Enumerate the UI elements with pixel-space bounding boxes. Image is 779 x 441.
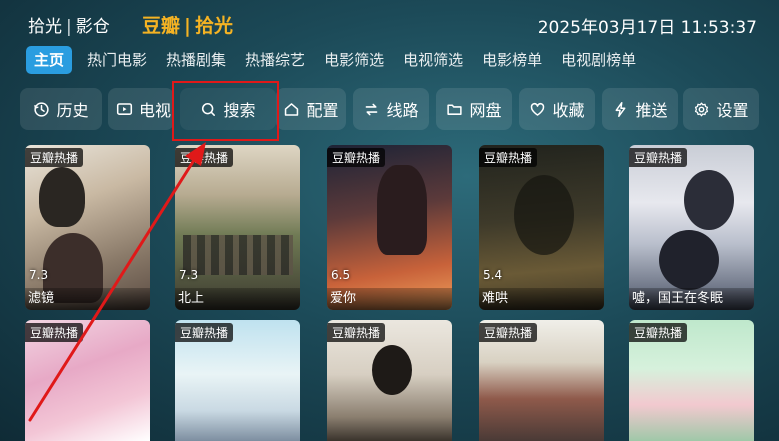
tab-hot-movies[interactable]: 热门电影 bbox=[80, 46, 154, 74]
source-badge: 豆瓣热播 bbox=[175, 148, 234, 167]
tv-icon bbox=[116, 102, 133, 115]
source-badge: 豆瓣热播 bbox=[479, 148, 538, 167]
tv-button[interactable]: 电视 bbox=[108, 88, 174, 130]
rating-score: 7.3 bbox=[29, 268, 49, 282]
poster-figure bbox=[377, 165, 427, 255]
rating-score: 6.5 bbox=[331, 268, 351, 282]
tab-movie-ranking[interactable]: 电影榜单 bbox=[475, 46, 549, 74]
media-card[interactable]: 豆瓣热播 6.5 爱你 bbox=[327, 145, 452, 310]
media-card[interactable]: 豆瓣热播 bbox=[175, 320, 300, 441]
favorites-button[interactable]: 收藏 bbox=[519, 88, 595, 130]
favorites-label: 收藏 bbox=[552, 101, 585, 120]
home-config-icon bbox=[285, 102, 299, 116]
source-badge: 豆瓣热播 bbox=[25, 148, 84, 167]
poster-figure bbox=[372, 345, 412, 395]
app-brand: 拾光 | 影仓 bbox=[28, 12, 110, 37]
media-card[interactable]: 豆瓣热播 bbox=[629, 320, 754, 441]
poster-figure bbox=[183, 235, 293, 275]
media-card[interactable]: 豆瓣热播 bbox=[479, 320, 604, 441]
tab-movie-filter[interactable]: 电影筛选 bbox=[317, 46, 391, 74]
poster-figure bbox=[39, 167, 85, 227]
history-icon bbox=[34, 101, 50, 117]
poster-figure bbox=[659, 230, 719, 290]
history-button[interactable]: 历史 bbox=[20, 88, 102, 130]
rating-score: 5.4 bbox=[483, 268, 503, 282]
media-card[interactable]: 豆瓣热播 bbox=[25, 320, 150, 441]
source-badge: 豆瓣热播 bbox=[25, 323, 84, 342]
poster-figure bbox=[514, 175, 574, 255]
route-button[interactable]: 线路 bbox=[353, 88, 429, 130]
source-name: 豆瓣 bbox=[142, 15, 181, 37]
media-card[interactable]: 豆瓣热播 7.3 滤镜 bbox=[25, 145, 150, 310]
tab-tv-ranking[interactable]: 电视剧榜单 bbox=[554, 46, 643, 74]
tab-hot-series[interactable]: 热播剧集 bbox=[159, 46, 233, 74]
media-card[interactable]: 豆瓣热播 噓，国王在冬眠 bbox=[629, 145, 754, 310]
card-title: 噓，国王在冬眠 bbox=[629, 288, 754, 310]
media-card[interactable]: 豆瓣热播 5.4 难哄 bbox=[479, 145, 604, 310]
top-bar: 拾光 | 影仓 豆瓣 | 拾光 2025年03月17日 11:53:37 bbox=[0, 0, 779, 46]
poster-figure bbox=[684, 170, 734, 230]
search-highlight-box bbox=[172, 81, 279, 141]
source-divider: | bbox=[184, 15, 191, 37]
poster-image bbox=[175, 145, 300, 310]
app-subname: 影仓 bbox=[75, 17, 110, 37]
source-badge: 豆瓣热播 bbox=[327, 323, 386, 342]
settings-button[interactable]: 设置 bbox=[683, 88, 759, 130]
source-badge: 豆瓣热播 bbox=[327, 148, 386, 167]
netdisk-label: 网盘 bbox=[469, 101, 502, 120]
app-name: 拾光 bbox=[28, 17, 62, 37]
route-switch-icon bbox=[366, 103, 378, 115]
brand-divider: | bbox=[66, 17, 72, 37]
settings-label: 设置 bbox=[716, 101, 749, 120]
rating-score: 7.3 bbox=[179, 268, 199, 282]
card-title: 难哄 bbox=[479, 288, 604, 310]
card-title: 滤镜 bbox=[25, 288, 150, 310]
route-label: 线路 bbox=[386, 101, 419, 120]
netdisk-button[interactable]: 网盘 bbox=[436, 88, 512, 130]
tab-hot-variety[interactable]: 热播综艺 bbox=[238, 46, 312, 74]
card-title: 北上 bbox=[175, 288, 300, 310]
source-badge: 豆瓣热播 bbox=[629, 148, 688, 167]
lightning-icon bbox=[616, 101, 626, 117]
heart-icon bbox=[531, 102, 545, 116]
source-subname: 拾光 bbox=[194, 15, 233, 37]
history-label: 历史 bbox=[56, 101, 89, 120]
tv-label: 电视 bbox=[139, 101, 172, 120]
category-nav: 主页 热门电影 热播剧集 热播综艺 电影筛选 电视筛选 电影榜单 电视剧榜单 bbox=[26, 46, 648, 74]
source-label[interactable]: 豆瓣 | 拾光 bbox=[142, 11, 233, 38]
media-card[interactable]: 豆瓣热播 7.3 北上 bbox=[175, 145, 300, 310]
config-label: 配置 bbox=[306, 101, 339, 120]
card-title: 爱你 bbox=[327, 288, 452, 310]
tab-home[interactable]: 主页 bbox=[26, 46, 73, 74]
push-label: 推送 bbox=[635, 101, 668, 120]
source-badge: 豆瓣热播 bbox=[175, 323, 234, 342]
source-badge: 豆瓣热播 bbox=[629, 323, 688, 342]
gear-icon bbox=[695, 101, 709, 116]
source-badge: 豆瓣热播 bbox=[479, 323, 538, 342]
folder-icon bbox=[447, 103, 463, 115]
media-card[interactable]: 豆瓣热播 bbox=[327, 320, 452, 441]
push-button[interactable]: 推送 bbox=[602, 88, 678, 130]
datetime-display: 2025年03月17日 11:53:37 bbox=[537, 18, 757, 38]
tab-tv-filter[interactable]: 电视筛选 bbox=[396, 46, 470, 74]
config-button[interactable]: 配置 bbox=[276, 88, 346, 130]
